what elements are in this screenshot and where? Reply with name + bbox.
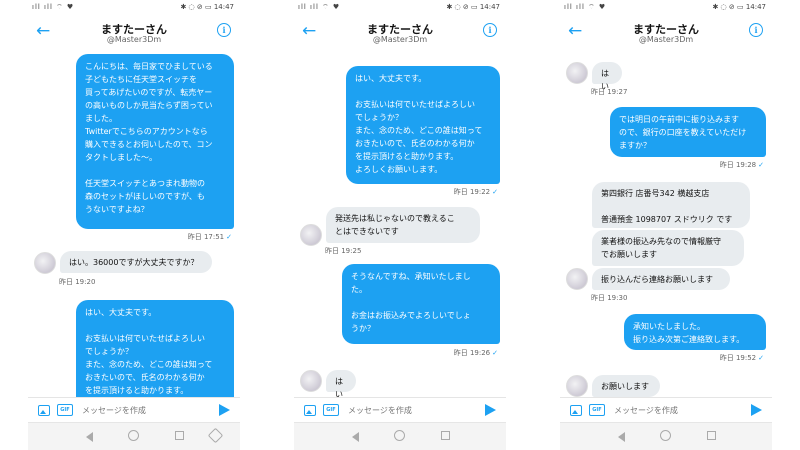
- message-input[interactable]: [610, 401, 748, 419]
- signal-icons: ıll ıll ⌔ ♥: [298, 3, 341, 11]
- message-timestamp: 昨日 19:30: [591, 294, 628, 302]
- info-icon[interactable]: i: [749, 23, 763, 37]
- message-received: 発送先は私じゃないので教えるこ とはできないです: [326, 207, 480, 243]
- conversation-handle: @Master3Dm: [638, 35, 694, 44]
- message-composer: GIF: [560, 397, 772, 423]
- message-received: はい: [326, 370, 356, 397]
- message-received: 業者様の振込み先なので情報厳守 でお願いします: [592, 230, 744, 266]
- message-list[interactable]: はい、大丈夫です。 お支払いは何でいたせばよろしい でしょうか？ また、念のため…: [294, 52, 506, 397]
- read-check-icon: ✓: [758, 354, 764, 362]
- message-composer: GIF: [294, 397, 506, 423]
- status-icons: ✱ ◌ ⊘ ▭ 14:47: [446, 3, 500, 11]
- info-icon[interactable]: i: [483, 23, 497, 37]
- message-composer: GIF: [28, 397, 240, 423]
- message-input[interactable]: [78, 401, 216, 419]
- nav-recent-apps-icon[interactable]: [441, 431, 450, 440]
- message-timestamp: 昨日 19:25: [325, 247, 362, 255]
- message-list[interactable]: こんにちは、毎日家でひましている 子どもたちに任天堂スイッチを 買ってあげたいの…: [28, 52, 240, 397]
- conversation-header: ← ますたーさん @Master3Dm i: [28, 14, 240, 52]
- system-nav-bar: [28, 422, 240, 450]
- message-timestamp: 昨日 19:26 ✓: [453, 349, 498, 357]
- info-icon[interactable]: i: [217, 23, 231, 37]
- nav-home-icon[interactable]: [128, 430, 139, 441]
- send-icon[interactable]: [485, 404, 496, 416]
- image-icon[interactable]: [304, 405, 316, 416]
- image-icon[interactable]: [38, 405, 50, 416]
- send-icon[interactable]: [751, 404, 762, 416]
- send-icon[interactable]: [219, 404, 230, 416]
- signal-icons: ıll ıll ⌔ ♥: [564, 3, 607, 11]
- status-icons: ✱ ◌ ⊘ ▭ 14:47: [180, 3, 234, 11]
- status-time: 14:47: [745, 3, 766, 11]
- signal-icons: ıll ıll ⌔ ♥: [32, 3, 75, 11]
- message-sent: はい、大丈夫です。 お支払いは何でいたせばよろしい でしょうか？ また、念のため…: [346, 66, 500, 184]
- contact-avatar[interactable]: [566, 375, 588, 397]
- message-received: 第四銀行 店番号342 横越支店 普通預金 1098707 スドウリク です: [592, 182, 750, 228]
- message-received: はい: [592, 62, 622, 91]
- contact-avatar[interactable]: [34, 252, 56, 274]
- phone-screen-1: ıll ıll ⌔ ♥ ✱ ◌ ⊘ ▭ 14:47 ← ますたーさん @Mast…: [28, 0, 240, 450]
- system-nav-bar: [560, 422, 772, 450]
- message-timestamp: 昨日 19:20: [59, 278, 96, 286]
- conversation-header: ← ますたーさん @Master3Dm i: [560, 14, 772, 52]
- contact-avatar[interactable]: [300, 370, 322, 392]
- gif-icon[interactable]: GIF: [589, 404, 605, 416]
- contact-avatar[interactable]: [566, 62, 588, 84]
- message-sent: では明日の午前中に振り込みます ので、銀行の口座を教えていただけ ますか？: [610, 107, 766, 157]
- image-icon[interactable]: [570, 405, 582, 416]
- message-received: はい。36000ですが大丈夫ですか？: [60, 251, 212, 273]
- contact-avatar[interactable]: [566, 268, 588, 290]
- nav-home-icon[interactable]: [660, 430, 671, 441]
- status-time: 14:47: [213, 3, 234, 11]
- message-list[interactable]: はい 昨日 19:27 では明日の午前中に振り込みます ので、銀行の口座を教えて…: [560, 52, 772, 397]
- status-bar: ıll ıll ⌔ ♥ ✱ ◌ ⊘ ▭ 14:47: [294, 0, 506, 14]
- message-received: お願いします: [592, 375, 660, 397]
- message-timestamp: 昨日 19:28 ✓: [719, 161, 764, 169]
- phone-screen-3: ıll ıll ⌔ ♥ ✱ ◌ ⊘ ▭ 14:47 ← ますたーさん @Mast…: [560, 0, 772, 450]
- conversation-handle: @Master3Dm: [372, 35, 428, 44]
- system-nav-bar: [294, 422, 506, 450]
- status-time: 14:47: [479, 3, 500, 11]
- message-timestamp: 昨日 19:22 ✓: [453, 188, 498, 196]
- gif-icon[interactable]: GIF: [57, 404, 73, 416]
- read-check-icon: ✓: [492, 349, 498, 357]
- status-bar: ıll ıll ⌔ ♥ ✱ ◌ ⊘ ▭ 14:47: [28, 0, 240, 14]
- nav-back-icon[interactable]: [86, 432, 93, 442]
- read-check-icon: ✓: [226, 233, 232, 241]
- read-check-icon: ✓: [758, 161, 764, 169]
- message-sent: こんにちは、毎日家でひましている 子どもたちに任天堂スイッチを 買ってあげたいの…: [76, 54, 234, 229]
- nav-home-icon[interactable]: [394, 430, 405, 441]
- nav-back-icon[interactable]: [352, 432, 359, 442]
- status-bar: ıll ıll ⌔ ♥ ✱ ◌ ⊘ ▭ 14:47: [560, 0, 772, 14]
- nav-recent-apps-icon[interactable]: [707, 431, 716, 440]
- conversation-handle: @Master3Dm: [106, 35, 162, 44]
- phone-screen-2: ıll ıll ⌔ ♥ ✱ ◌ ⊘ ▭ 14:47 ← ますたーさん @Mast…: [294, 0, 506, 450]
- message-sent: はい、大丈夫です。 お支払いは何でいたせばよろしい でしょうか？ また、念のため…: [76, 300, 234, 397]
- message-sent: そうなんですね、承知いたしまし た。 お金はお振込みでよろしいでしょ うか？: [342, 264, 500, 344]
- message-timestamp: 昨日 19:27: [591, 88, 628, 96]
- message-sent: 承知いたしました。 振り込み次第ご連絡致します。: [624, 314, 766, 350]
- status-icons: ✱ ◌ ⊘ ▭ 14:47: [712, 3, 766, 11]
- nav-recent-apps-icon[interactable]: [175, 431, 184, 440]
- rotate-screen-icon[interactable]: [207, 427, 224, 444]
- message-input[interactable]: [344, 401, 482, 419]
- message-received: 振り込んだら連絡お願いします: [592, 268, 730, 290]
- read-check-icon: ✓: [492, 188, 498, 196]
- message-timestamp: 昨日 17:51 ✓: [187, 233, 232, 241]
- message-timestamp: 昨日 19:52 ✓: [719, 354, 764, 362]
- nav-back-icon[interactable]: [618, 432, 625, 442]
- conversation-header: ← ますたーさん @Master3Dm i: [294, 14, 506, 52]
- contact-avatar[interactable]: [300, 224, 322, 246]
- gif-icon[interactable]: GIF: [323, 404, 339, 416]
